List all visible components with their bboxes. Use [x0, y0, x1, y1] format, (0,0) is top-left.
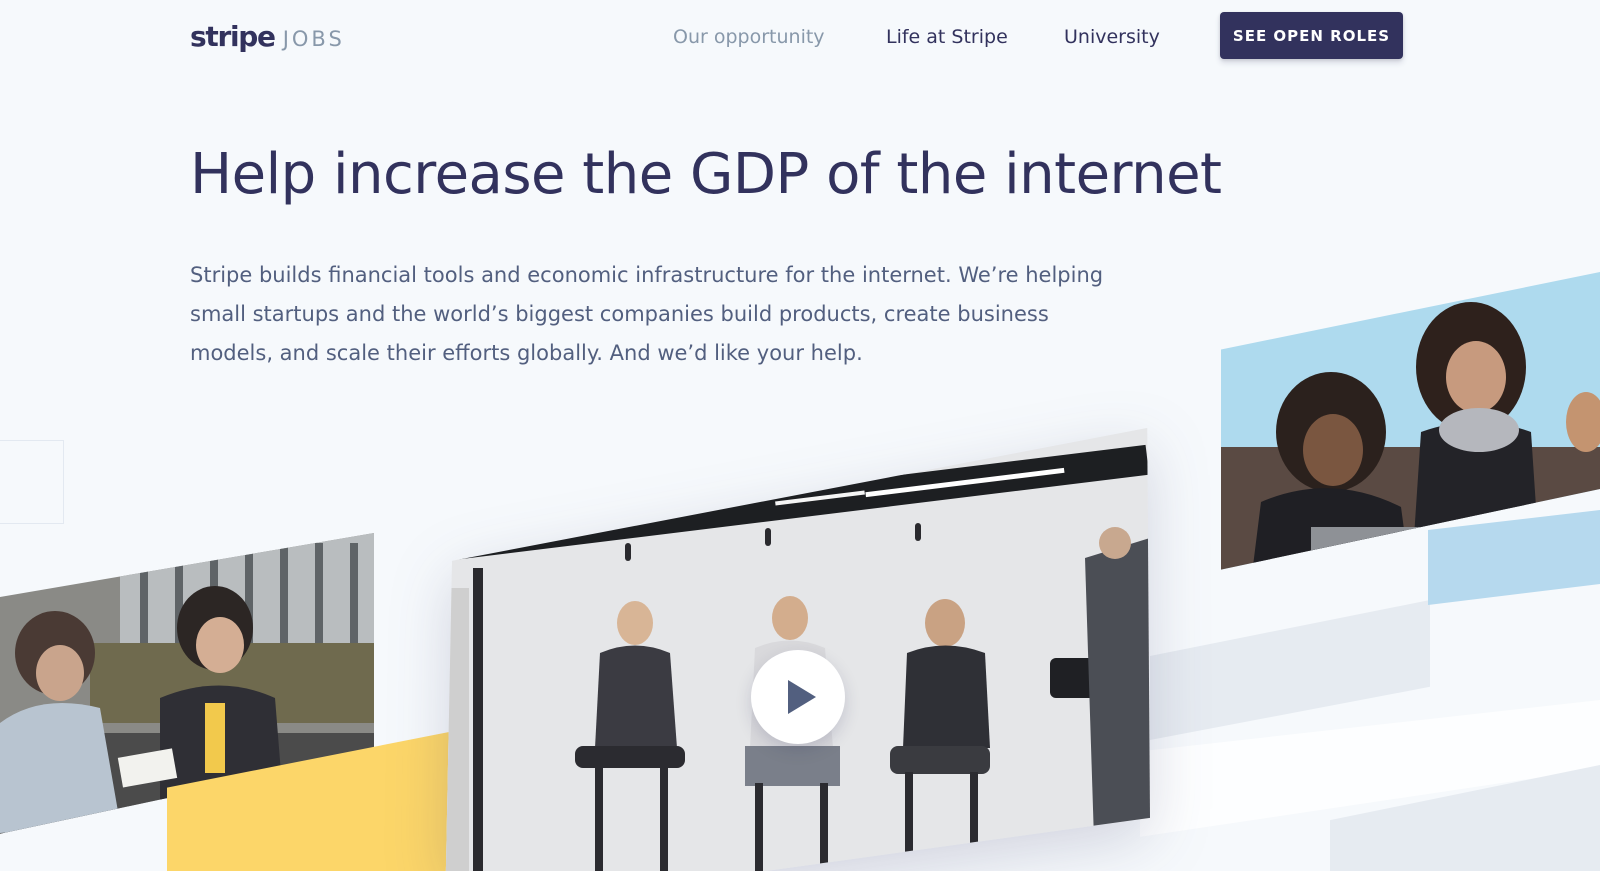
page-title: Help increase the GDP of the internet	[190, 142, 1222, 207]
decorative-blue-stripe	[1428, 510, 1600, 605]
logo-wordmark: stripe	[190, 20, 276, 53]
see-open-roles-button[interactable]: SEE OPEN ROLES	[1220, 12, 1403, 59]
logo-jobs-suffix: JOBS	[282, 27, 345, 51]
play-icon	[788, 680, 816, 714]
nav-our-opportunity[interactable]: Our opportunity	[673, 25, 825, 49]
decorative-grey-stripe	[1150, 600, 1430, 740]
video-play-button[interactable]	[751, 650, 845, 744]
nav-life-at-stripe[interactable]: Life at Stripe	[886, 25, 1008, 49]
stripe-jobs-logo[interactable]: stripe JOBS	[190, 20, 345, 53]
decorative-outline-stripe	[0, 440, 64, 524]
nav-university[interactable]: University	[1064, 25, 1160, 49]
hero-description: Stripe builds financial tools and econom…	[190, 263, 1104, 365]
careers-landing-page: stripe JOBS Our opportunity Life at Stri…	[0, 0, 1600, 871]
